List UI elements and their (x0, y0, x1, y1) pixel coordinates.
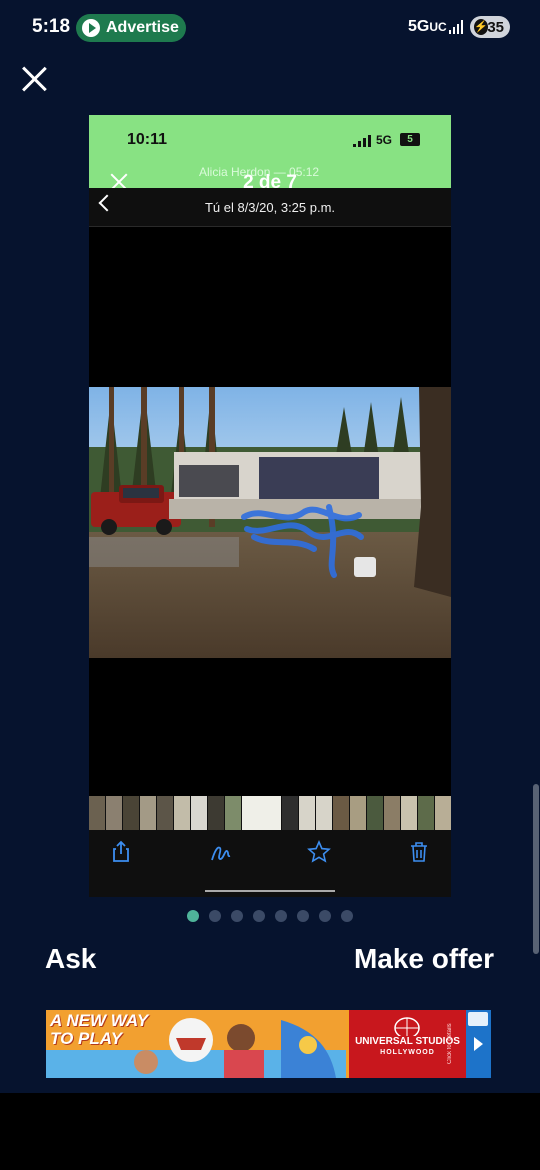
pager-dot[interactable] (319, 910, 331, 922)
make-offer-button[interactable]: Make offer (354, 943, 494, 975)
battery-indicator: ⚡ 35 (470, 16, 510, 38)
inner-battery: 5 (400, 133, 420, 146)
advertise-label: Advertise (106, 19, 179, 36)
inner-signal-icon (353, 135, 371, 147)
pager-dot[interactable] (253, 910, 265, 922)
charging-icon: ⚡ (474, 19, 488, 35)
play-icon (82, 19, 100, 37)
ad-arrow-icon (474, 1037, 483, 1051)
viewer-header: Tú el 8/3/20, 3:25 p.m. (89, 188, 451, 227)
inner-network: 5G (376, 133, 393, 147)
close-icon[interactable] (18, 63, 50, 95)
trash-icon[interactable] (407, 840, 431, 864)
pager-dot[interactable] (231, 910, 243, 922)
photo-pager[interactable] (0, 910, 540, 922)
inner-status-time: 10:11 (127, 131, 168, 148)
camper-photo (89, 387, 451, 658)
share-icon[interactable] (109, 840, 133, 864)
signal-icon (449, 19, 465, 34)
ad-click-text: Click for details (447, 1023, 453, 1065)
pager-dot[interactable] (209, 910, 221, 922)
nav-bar-area (0, 1093, 540, 1170)
pager-dot[interactable] (187, 910, 199, 922)
listing-photo[interactable]: 10:11 5G 5 Alicia Herdon — 05:12 2 de 7 … (89, 115, 451, 897)
viewer-toolbar (89, 830, 451, 897)
star-icon[interactable] (307, 840, 331, 864)
thumbnail-strip[interactable] (89, 796, 451, 830)
ad-banner[interactable]: A NEW WAY TO PLAY UNIVERSAL STUDIOS HOLL… (46, 1010, 491, 1078)
advertise-pill[interactable]: Advertise (76, 14, 186, 42)
photo-date: Tú el 8/3/20, 3:25 p.m. (204, 200, 336, 215)
status-time: 5:18 (32, 16, 71, 37)
adchoices-icon[interactable] (468, 1012, 488, 1026)
ad-headline: A NEW WAY TO PLAY (50, 1011, 149, 1048)
globe-icon (394, 1017, 420, 1036)
scrollbar[interactable] (533, 784, 539, 954)
home-indicator (205, 890, 335, 892)
pager-dot[interactable] (275, 910, 287, 922)
pager-dot[interactable] (341, 910, 353, 922)
network-indicator: 5GUC (408, 18, 447, 35)
markup-icon[interactable] (209, 840, 233, 864)
pager-dot[interactable] (297, 910, 309, 922)
ask-button[interactable]: Ask (45, 943, 96, 975)
battery-level: 35 (487, 18, 504, 36)
